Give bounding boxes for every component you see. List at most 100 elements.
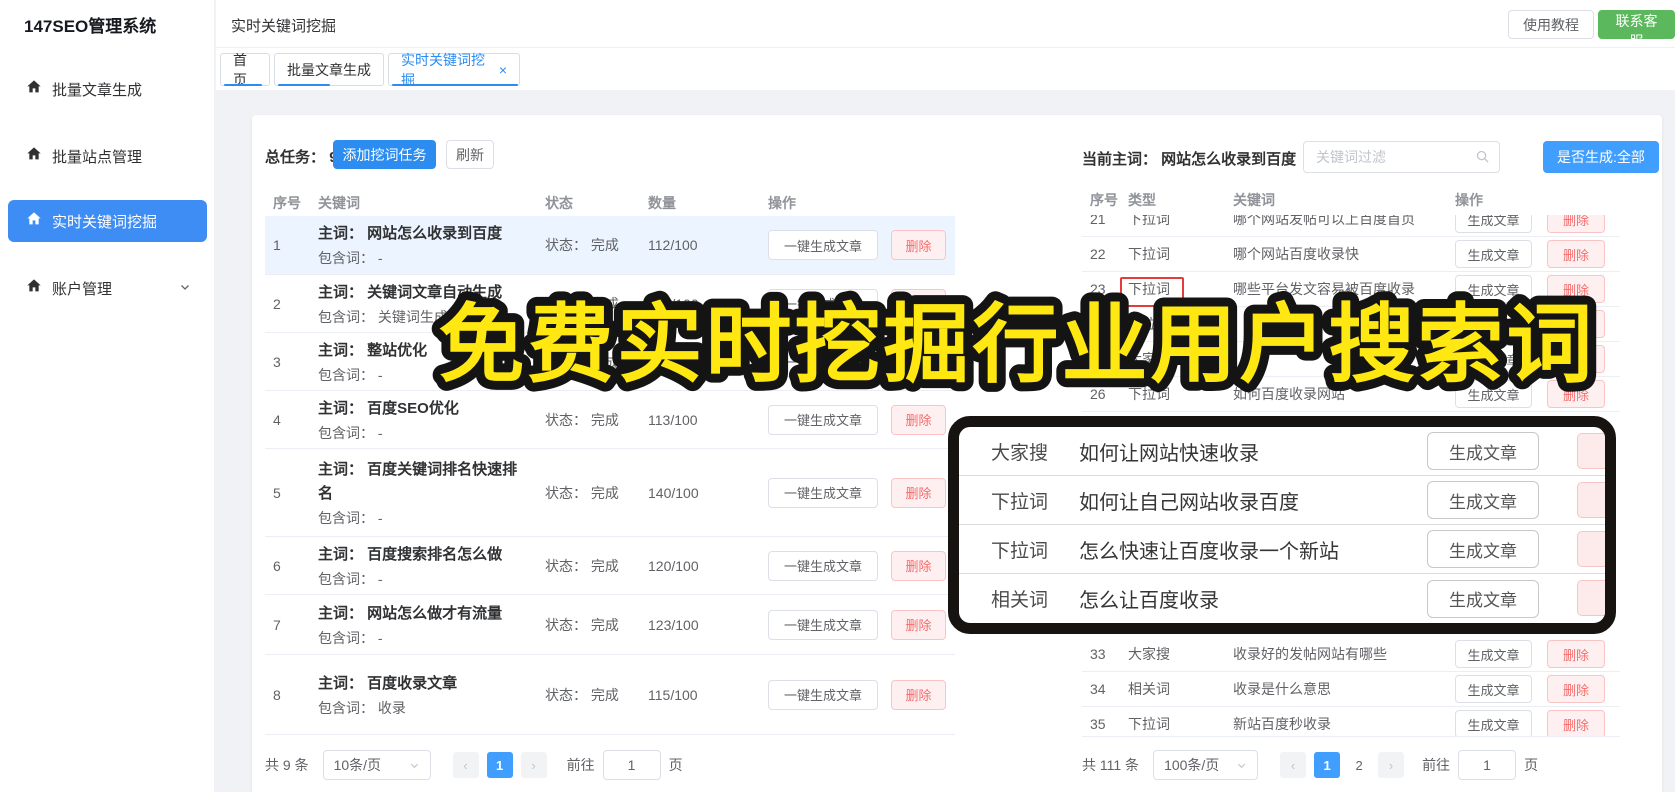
sidebar-item-site-management[interactable]: 批量站点管理: [8, 135, 207, 177]
generate-article-button[interactable]: 一键生成文章: [768, 288, 878, 319]
row-index: 25: [1090, 351, 1106, 367]
delete-button-clipped[interactable]: [1577, 482, 1605, 518]
generate-article-button[interactable]: 生成文章: [1455, 275, 1532, 303]
generate-article-button[interactable]: 生成文章: [1427, 579, 1539, 618]
row-main-keyword: 主词： 网站怎么收录到百度: [318, 225, 503, 242]
generate-article-button[interactable]: 生成文章: [1455, 345, 1532, 373]
generate-article-button[interactable]: 生成文章: [1455, 310, 1532, 338]
delete-button[interactable]: 删除: [1547, 710, 1605, 736]
delete-button[interactable]: 删除: [1547, 310, 1605, 338]
table-row[interactable]: 24 下拉词 生成文章 删除: [1082, 307, 1620, 342]
generate-article-button[interactable]: 一键生成文章: [768, 404, 878, 435]
table-row[interactable]: 3 主词： 整站优化 包含词： - 状态： 完成 一键生成文章 删除: [265, 333, 955, 391]
contact-support-button[interactable]: 联系客服: [1598, 10, 1675, 49]
tab-article-generation[interactable]: 批量文章生成: [274, 53, 384, 86]
generate-article-button[interactable]: 生成文章: [1455, 675, 1532, 703]
generate-article-button[interactable]: 生成文章: [1455, 710, 1532, 736]
delete-button-clipped[interactable]: [1577, 433, 1605, 469]
delete-button[interactable]: 删除: [891, 404, 946, 435]
generate-article-button[interactable]: 一键生成文章: [768, 679, 878, 710]
generate-article-button[interactable]: 一键生成文章: [768, 477, 878, 508]
row-include-words: 包含词： -: [318, 570, 383, 587]
page-title: 实时关键词挖掘: [231, 18, 337, 35]
delete-button-clipped[interactable]: [1577, 531, 1605, 567]
task-total: 总任务： 9: [265, 146, 338, 167]
task-table: 序号 关键词 状态 数量 操作 1 主词： 网站怎么收录到百度 包含词： - 状态…: [265, 190, 955, 735]
row-status: 状态： 完成: [545, 616, 619, 633]
prev-page-button[interactable]: ‹: [452, 752, 479, 778]
next-page-button[interactable]: ›: [1378, 752, 1405, 778]
generate-article-button[interactable]: 生成文章: [1455, 240, 1532, 268]
generate-article-button[interactable]: 生成文章: [1455, 215, 1532, 233]
table-row[interactable]: 1 主词： 网站怎么收录到百度 包含词： - 状态： 完成 112/100 一键生…: [265, 216, 955, 275]
goto-page-input[interactable]: [1458, 750, 1517, 780]
refresh-button[interactable]: 刷新: [446, 140, 494, 169]
table-row[interactable]: 6 主词： 百度搜索排名怎么做 包含词： - 状态： 完成 120/100 一键生…: [265, 537, 955, 595]
page-number[interactable]: 1: [1314, 752, 1341, 778]
generate-article-button[interactable]: 一键生成文章: [768, 550, 878, 581]
sidebar: 147SEO管理系统 批量文章生成 批量站点管理 实时关键词挖掘 账户管理: [0, 0, 215, 792]
sidebar-item-keyword-mining[interactable]: 实时关键词挖掘: [8, 200, 207, 242]
row-index: 33: [1090, 646, 1106, 662]
table-row[interactable]: 5 主词： 百度关键词排名快速排名 包含词： - 状态： 完成 140/100 一…: [265, 449, 955, 537]
page-number[interactable]: 2: [1346, 752, 1372, 778]
delete-button[interactable]: 删除: [891, 550, 946, 581]
row-index: 8: [273, 686, 281, 703]
table-row[interactable]: 34 相关词 收录是什么意思 生成文章 删除: [1082, 672, 1620, 707]
row-index: 21: [1090, 215, 1106, 227]
page-size-select[interactable]: 10条/页: [322, 750, 431, 780]
table-row[interactable]: 7 主词： 网站怎么做才有流量 包含词： - 状态： 完成 123/100 一键生…: [265, 595, 955, 655]
delete-button[interactable]: 删除: [1547, 675, 1605, 703]
goto-label: 前往: [566, 757, 595, 773]
generate-article-button[interactable]: 生成文章: [1455, 640, 1532, 668]
delete-button[interactable]: 删除: [1547, 215, 1605, 233]
delete-button[interactable]: 删除: [1547, 640, 1605, 668]
delete-button[interactable]: 删除: [1547, 380, 1605, 408]
delete-button[interactable]: 删除: [891, 230, 946, 260]
add-task-button[interactable]: 添加挖词任务: [333, 140, 436, 169]
col-actions: 操作: [1455, 192, 1483, 208]
delete-button[interactable]: 删除: [891, 288, 946, 319]
delete-button[interactable]: 删除: [891, 477, 946, 508]
prev-page-button[interactable]: ‹: [1280, 752, 1307, 778]
delete-button[interactable]: 删除: [891, 679, 946, 710]
generate-article-button[interactable]: 生成文章: [1427, 481, 1539, 519]
tab-keyword-mining[interactable]: 实时关键词挖掘 ×: [388, 52, 520, 88]
close-icon[interactable]: ×: [499, 63, 507, 77]
table-row[interactable]: 21 下拉词 哪个网站发帖可以上百度首页 生成文章 删除: [1082, 215, 1620, 237]
col-index: 序号: [1090, 192, 1118, 208]
page-number[interactable]: 1: [486, 752, 513, 778]
generate-article-button[interactable]: 一键生成文章: [768, 609, 878, 640]
generate-article-button[interactable]: 一键生成文章: [768, 346, 878, 377]
sidebar-item-account[interactable]: 账户管理: [8, 267, 207, 309]
table-row[interactable]: 4 主词： 百度SEO优化 包含词： - 状态： 完成 113/100 一键生成文…: [265, 391, 955, 449]
generate-article-button[interactable]: 一键生成文章: [768, 230, 878, 260]
table-row[interactable]: 8 主词： 百度收录文章 包含词： 收录 状态： 完成 115/100 一键生成文…: [265, 655, 955, 735]
goto-page-input[interactable]: [602, 750, 661, 780]
generate-article-button[interactable]: 生成文章: [1427, 530, 1539, 568]
tutorial-button[interactable]: 使用教程: [1508, 10, 1594, 39]
generate-article-button[interactable]: 生成文章: [1455, 380, 1532, 408]
table-row[interactable]: 26 下拉词 如何百度收录网站 生成文章 删除: [1082, 377, 1620, 412]
page-size-select[interactable]: 100条/页: [1153, 750, 1259, 780]
delete-button[interactable]: 删除: [1547, 275, 1605, 303]
delete-button-clipped[interactable]: [1577, 580, 1605, 616]
table-row[interactable]: 22 下拉词 哪个网站百度收录快 生成文章 删除: [1082, 237, 1620, 272]
generate-article-button[interactable]: 生成文章: [1427, 432, 1539, 470]
delete-button[interactable]: 删除: [1547, 345, 1605, 373]
generate-filter-button[interactable]: 是否生成:全部: [1543, 141, 1659, 173]
row-type: 下拉词: [1128, 316, 1170, 332]
tab-home[interactable]: 首页: [220, 52, 270, 88]
sidebar-item-article-generation[interactable]: 批量文章生成: [8, 68, 207, 110]
table-row[interactable]: 35 下拉词 新站百度秒收录 生成文章 删除: [1082, 707, 1620, 736]
delete-button[interactable]: 删除: [891, 346, 946, 377]
keyword-filter-input[interactable]: [1303, 141, 1500, 173]
row-type: 大家搜: [1128, 646, 1170, 662]
table-row[interactable]: 2 主词： 关键词文章自动生成 包含词： 关键词生成 状态： 完成 100/100…: [265, 275, 955, 333]
next-page-button[interactable]: ›: [520, 752, 547, 778]
delete-button[interactable]: 删除: [891, 609, 946, 640]
delete-button[interactable]: 删除: [1547, 240, 1605, 268]
table-row[interactable]: 33 大家搜 收录好的发帖网站有哪些 生成文章 删除: [1082, 637, 1620, 672]
table-row[interactable]: 25 大家搜 生成文章 删除: [1082, 342, 1620, 377]
page-size-value: 10条/页: [333, 757, 382, 773]
